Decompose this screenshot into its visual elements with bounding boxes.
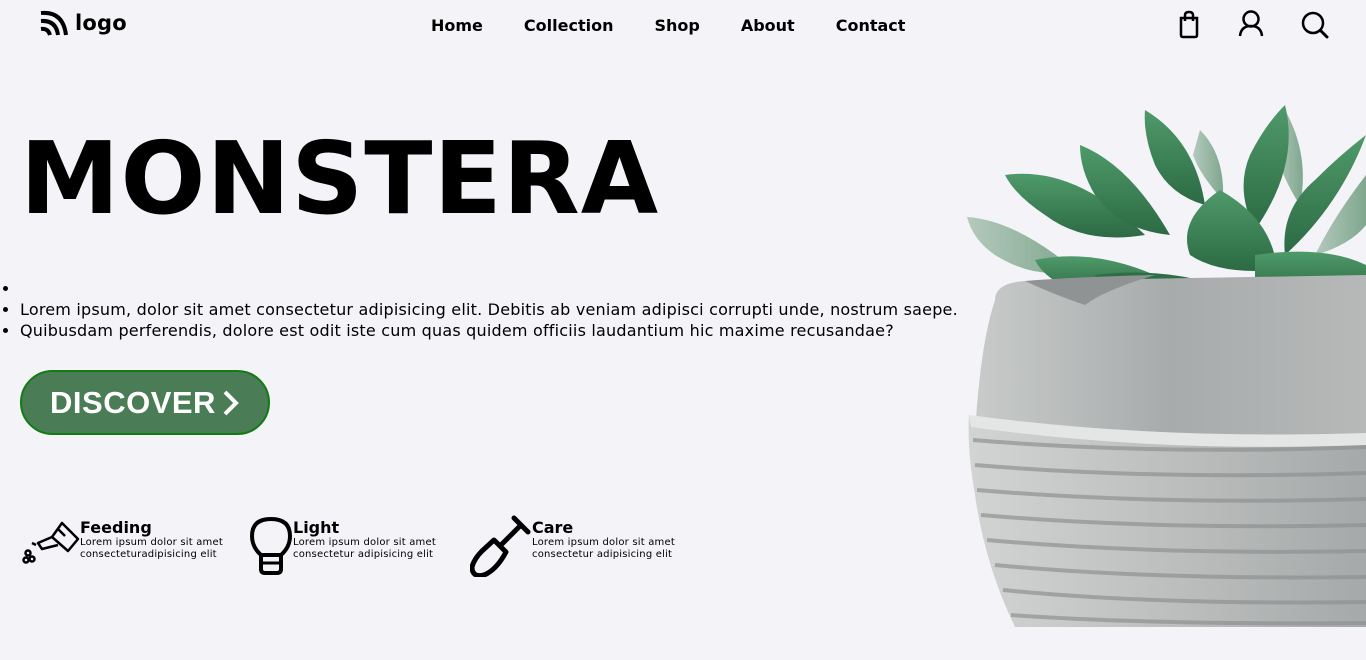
feature-description-line-1: Lorem ipsum dolor sit amet xyxy=(80,537,223,548)
hero-description-line-1: Lorem ipsum, dolor sit amet consectetur … xyxy=(20,299,958,320)
rss-logo-icon xyxy=(40,10,68,36)
shovel-icon xyxy=(470,515,531,577)
feature-title: Light xyxy=(293,518,340,537)
feature-description-line-2: consectetur adipisicing elit xyxy=(293,549,434,560)
lightbulb-icon xyxy=(250,517,292,575)
empty-list-item xyxy=(20,278,958,299)
logo-text: logo xyxy=(75,11,127,35)
feature-feeding: Feeding Lorem ipsum dolor sit amet conse… xyxy=(22,515,230,565)
succulent-pot-image xyxy=(967,105,1366,627)
feature-description-line-2: consecteturadipisicing elit xyxy=(80,549,217,560)
feature-care: Care Lorem ipsum dolor sit amet consecte… xyxy=(470,515,682,577)
feature-text: Light Lorem ipsum dolor sit amet consect… xyxy=(293,519,443,561)
hero-description-line-2: Quibusdam perferendis, dolore est odit i… xyxy=(20,320,958,341)
discover-label: DISCOVER xyxy=(50,384,216,420)
feature-description-line-2: consectetur adipisicing elit xyxy=(532,549,673,560)
logo-link[interactable]: logo xyxy=(39,9,127,37)
nav-contact[interactable]: Contact xyxy=(836,16,906,35)
main-nav: Home Collection Shop About Contact xyxy=(431,16,905,35)
discover-button[interactable]: DISCOVER xyxy=(20,370,270,435)
page: logo Home Collection Shop About Contact … xyxy=(0,0,1366,660)
feature-description-line-1: Lorem ipsum dolor sit amet xyxy=(532,537,675,548)
nav-shop[interactable]: Shop xyxy=(654,16,699,35)
search-icon[interactable] xyxy=(1300,9,1330,39)
feature-light: Light Lorem ipsum dolor sit amet consect… xyxy=(249,515,443,577)
nav-collection[interactable]: Collection xyxy=(524,16,614,35)
nav-home[interactable]: Home xyxy=(431,16,483,35)
chevron-right-icon xyxy=(223,390,239,415)
hero-list: MONSTERA Lorem ipsum, dolor sit amet con… xyxy=(0,129,958,341)
user-icon[interactable] xyxy=(1237,9,1265,39)
feature-title: Feeding xyxy=(80,518,152,537)
feature-text: Feeding Lorem ipsum dolor sit amet conse… xyxy=(80,519,230,561)
shopping-bag-icon[interactable] xyxy=(1178,9,1200,39)
hero-title: MONSTERA xyxy=(20,129,958,278)
feature-description-line-1: Lorem ipsum dolor sit amet xyxy=(293,537,436,548)
watering-can-icon xyxy=(22,521,80,564)
feature-text: Care Lorem ipsum dolor sit amet consecte… xyxy=(532,519,682,561)
nav-about[interactable]: About xyxy=(741,16,795,35)
feature-title: Care xyxy=(532,518,574,537)
